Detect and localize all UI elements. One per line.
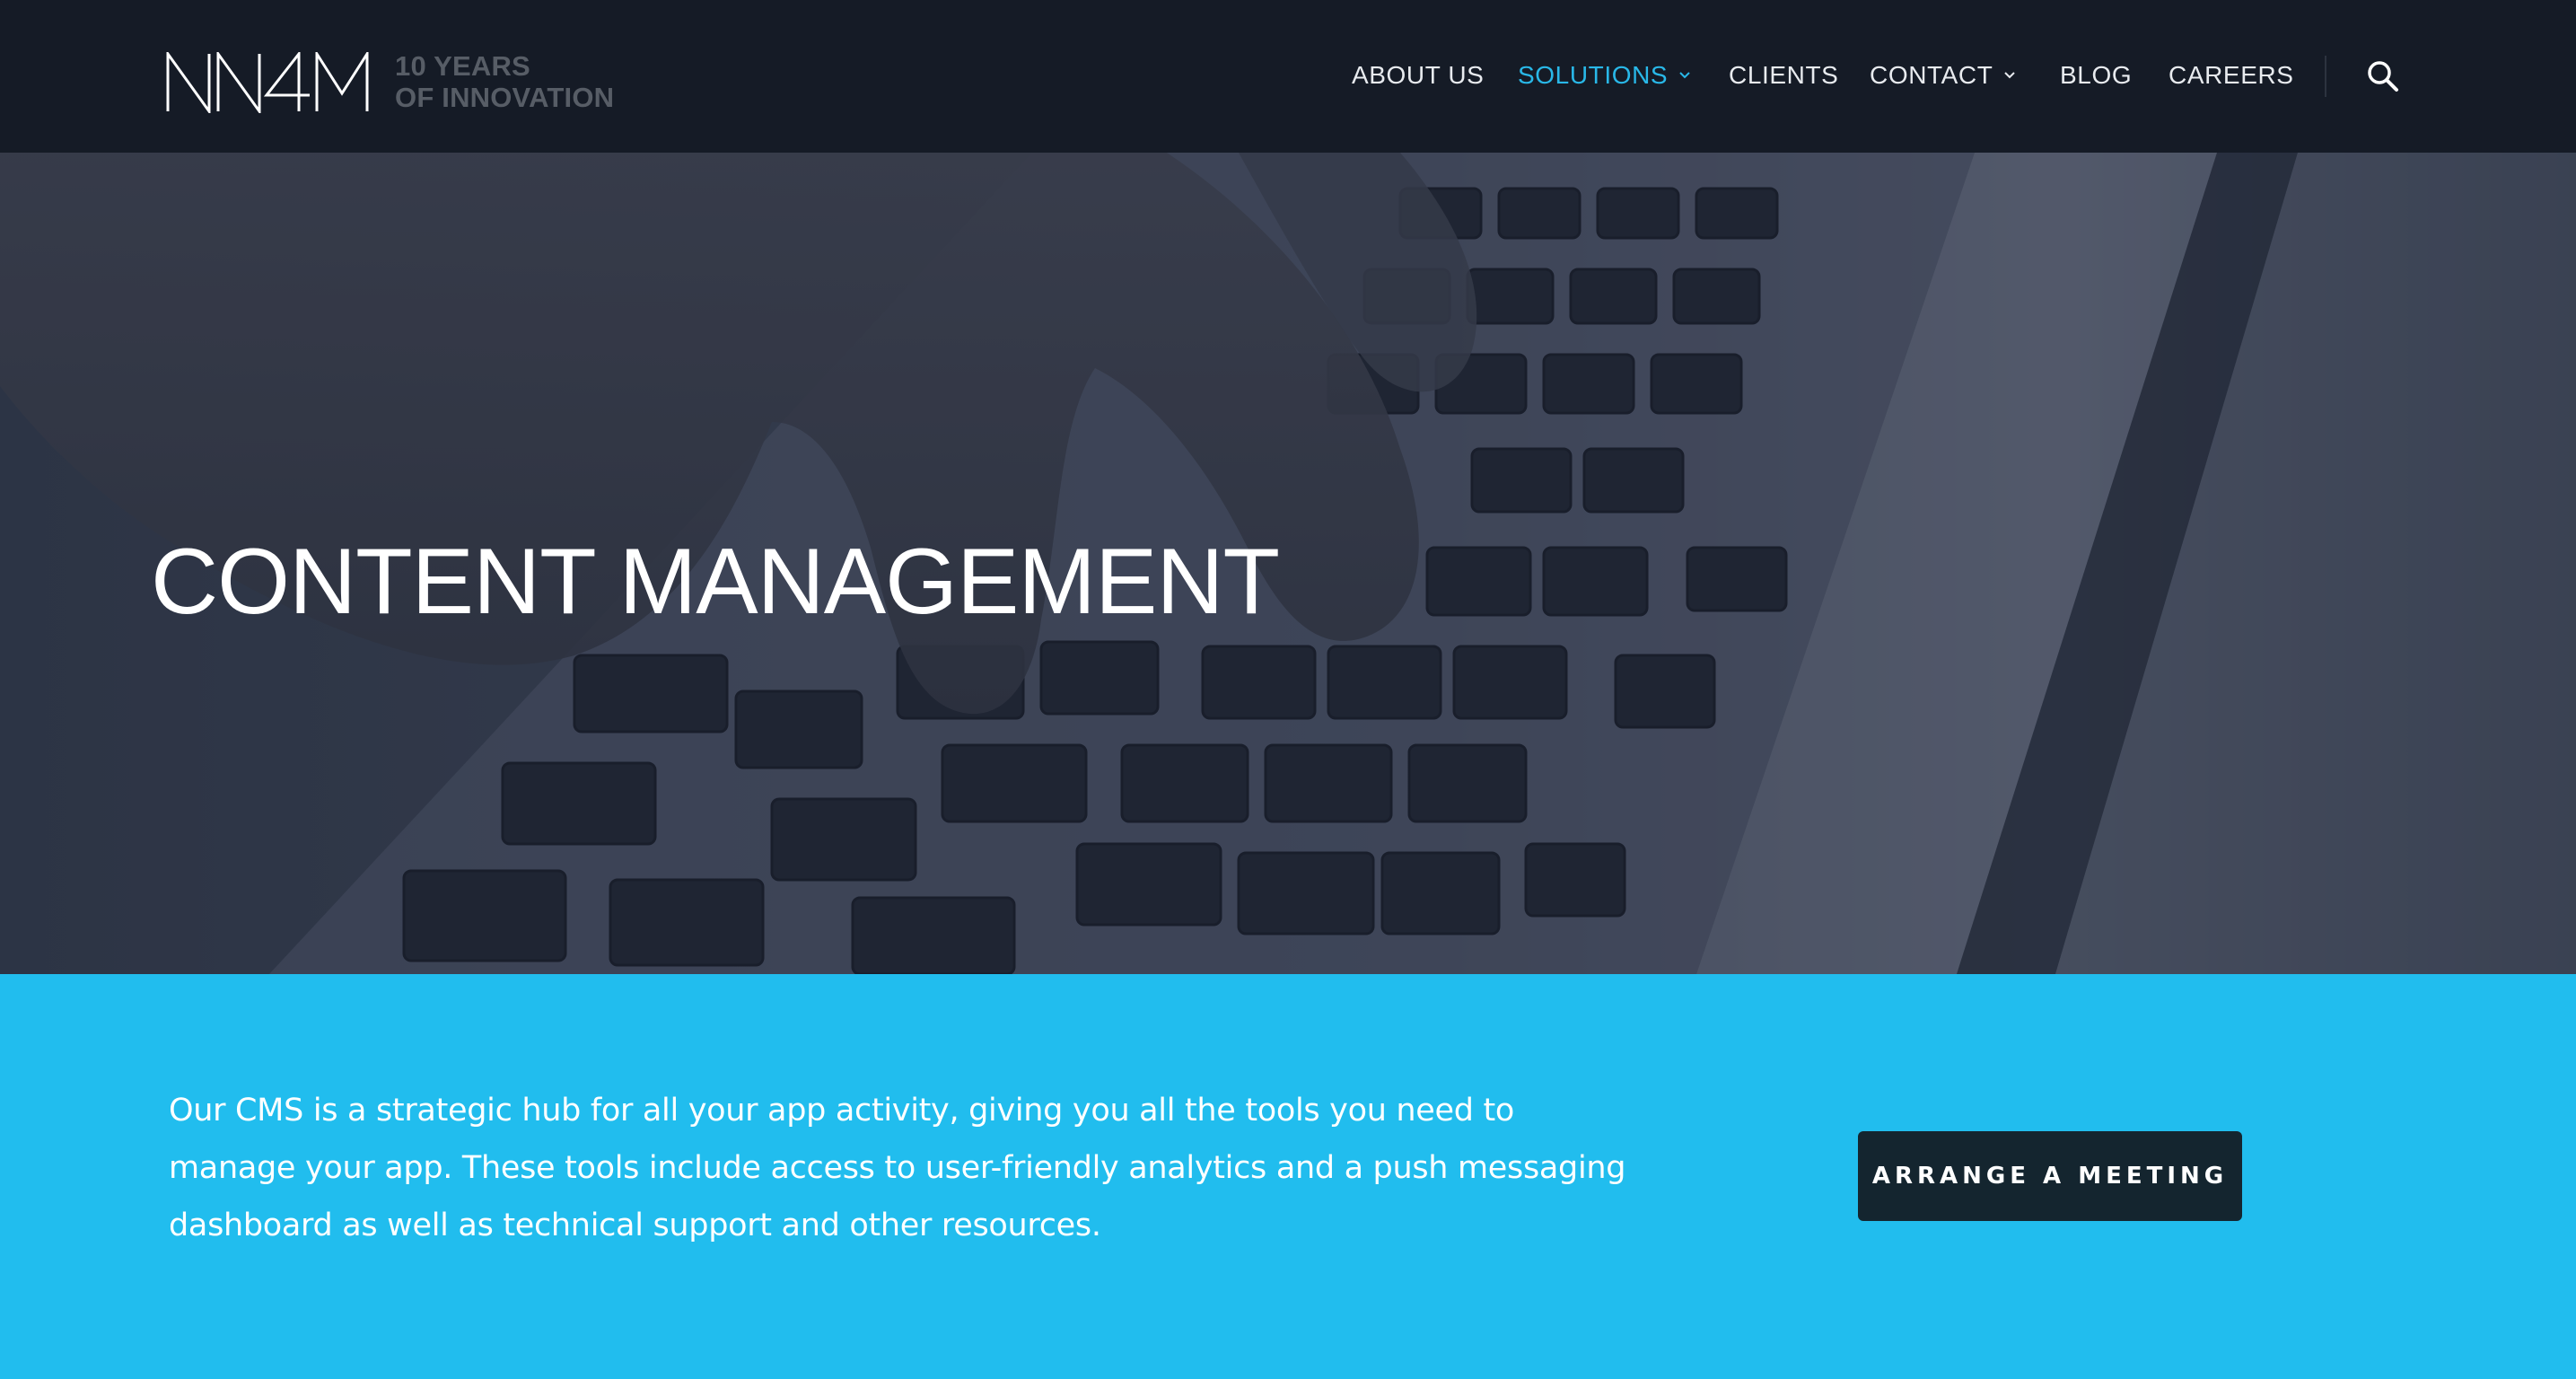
hero-banner: CONTENT MANAGEMENT: [0, 153, 2576, 974]
intro-text: Our CMS is a strategic hub for all your …: [169, 1093, 1626, 1243]
search-icon: [2368, 61, 2398, 92]
nav-contact[interactable]: CONTACT: [1870, 56, 2016, 95]
brand-tagline: 10 YEARS OF INNOVATION: [395, 50, 614, 113]
chevron-down-icon: [2004, 71, 2016, 79]
nav-blog[interactable]: BLOG: [2060, 56, 2132, 95]
page-title: CONTENT MANAGEMENT: [151, 530, 1280, 634]
intro-section: Our CMS is a strategic hub for all your …: [0, 974, 2576, 1379]
nav-about-us[interactable]: ABOUT US: [1352, 56, 1484, 95]
nav-clients-label: CLIENTS: [1729, 61, 1839, 89]
nav-solutions[interactable]: SOLUTIONS: [1518, 56, 1691, 95]
search-button[interactable]: [2366, 59, 2400, 93]
site-header: 10 YEARS OF INNOVATION ABOUT US SOLUTION…: [0, 0, 2576, 153]
chevron-down-icon: [1679, 71, 1690, 79]
nav-blog-label: BLOG: [2060, 61, 2133, 89]
nav-divider: [2325, 56, 2326, 97]
arrange-meeting-button[interactable]: ARRANGE A MEETING: [1858, 1131, 2242, 1221]
nav-careers-label: CAREERS: [2169, 61, 2294, 89]
nav-solutions-label: SOLUTIONS: [1518, 61, 1669, 89]
tagline-line-1: 10 YEARS: [395, 50, 530, 82]
nav-clients[interactable]: CLIENTS: [1729, 56, 1838, 95]
nav-about-us-label: ABOUT US: [1352, 61, 1485, 89]
tagline-line-2: OF INNOVATION: [395, 82, 615, 113]
nav-contact-label: CONTACT: [1870, 61, 1993, 89]
nav-careers[interactable]: CAREERS: [2169, 56, 2294, 95]
nn4m-logo[interactable]: [166, 52, 372, 113]
logo-mark: [166, 52, 369, 113]
